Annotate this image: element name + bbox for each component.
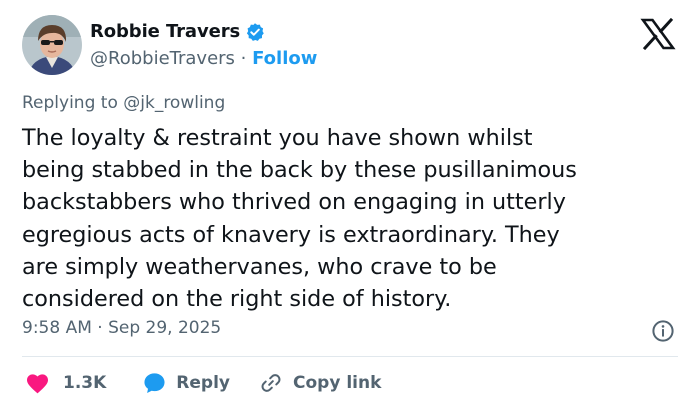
x-logo-icon[interactable] xyxy=(640,17,676,51)
link-icon xyxy=(261,374,281,392)
author-handle-row: @RobbieTravers · Follow xyxy=(90,48,317,69)
author-name[interactable]: Robbie Travers xyxy=(90,21,240,42)
info-icon[interactable] xyxy=(651,319,675,343)
divider xyxy=(22,356,678,357)
author-name-row: Robbie Travers xyxy=(90,21,265,42)
reply-context: Replying to @jk_rowling xyxy=(22,93,225,113)
heart-icon xyxy=(27,373,48,393)
like-count: 1.3K xyxy=(63,373,107,393)
tweet-text: The loyalty & restraint you have shown w… xyxy=(22,125,577,313)
avatar[interactable] xyxy=(22,15,82,75)
avatar-image xyxy=(22,15,82,75)
speech-bubble-icon xyxy=(144,373,165,394)
like-button[interactable]: 1.3K xyxy=(26,373,106,394)
embedded-tweet-card: Robbie Travers @RobbieTravers · Follow R… xyxy=(0,0,700,410)
copy-link-label: Copy link xyxy=(293,373,382,393)
author-handle[interactable]: @RobbieTravers xyxy=(90,48,235,69)
reply-context-prefix: Replying to xyxy=(22,93,124,113)
action-bar: 1.3K Reply Copy link xyxy=(26,368,381,398)
follow-button[interactable]: Follow xyxy=(252,48,317,69)
tweet-timestamp[interactable]: 9:58 AM · Sep 29, 2025 xyxy=(22,318,221,338)
verified-badge-icon xyxy=(245,22,265,42)
handle-separator: · xyxy=(234,48,253,69)
reply-label: Reply xyxy=(176,373,230,393)
reply-mention-link[interactable]: @jk_rowling xyxy=(123,93,225,113)
reply-button[interactable]: Reply xyxy=(143,372,230,394)
copy-link-button[interactable]: Copy link xyxy=(259,371,381,395)
